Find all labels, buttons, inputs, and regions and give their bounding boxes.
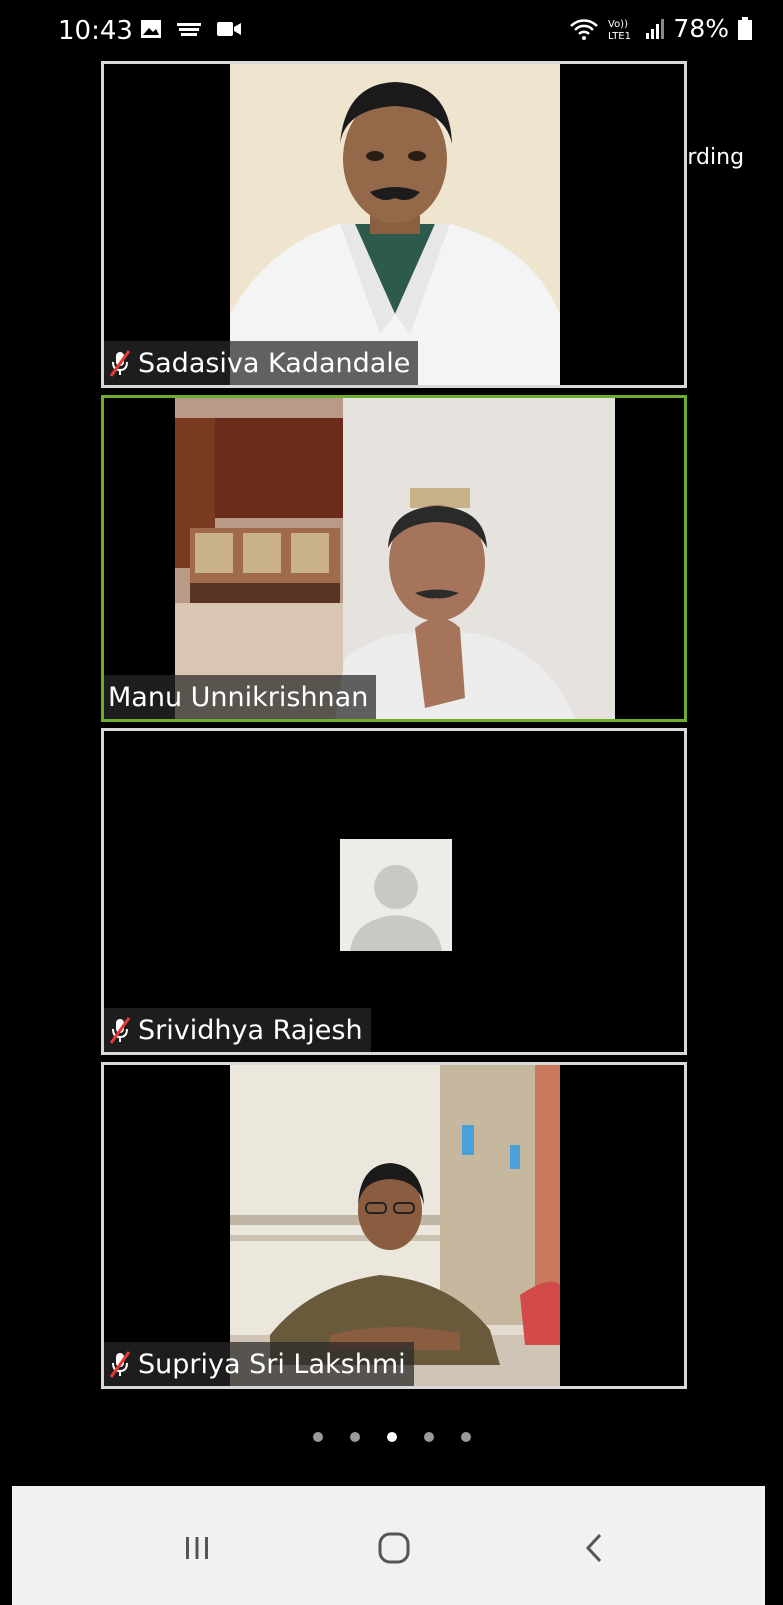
participant-name-tag: Supriya Sri Lakshmi [104,1342,414,1386]
default-avatar-icon [340,839,452,951]
muted-mic-icon [109,350,131,377]
participant-name-tag: Srividhya Rajesh [104,1008,371,1052]
svg-text:LTE1: LTE1 [608,31,631,41]
participant-video-image [230,64,560,385]
status-bar: 10:43 Vo)) LTE1 78% [0,0,783,62]
video-tile-4[interactable]: Supriya Sri Lakshmi [101,1062,687,1389]
video-feed [175,398,615,719]
navigation-bar [12,1486,765,1605]
home-button[interactable] [364,1526,424,1570]
page-dot[interactable] [312,1432,323,1442]
page-dot-current[interactable] [386,1432,397,1442]
participant-name: Sadasiva Kadandale [138,347,411,379]
page-dot[interactable] [460,1432,471,1442]
recent-apps-icon [186,1537,208,1559]
video-tile-3[interactable]: Srividhya Rajesh [101,728,687,1055]
home-icon [378,1532,410,1564]
participant-name-tag: Sadasiva Kadandale [104,341,419,385]
video-tile-1[interactable]: Sadasiva Kadandale [101,61,687,388]
volte-icon: Vo)) LTE1 [608,19,631,41]
back-button[interactable] [565,1526,625,1570]
muted-mic-icon [109,1017,131,1044]
battery-icon [738,16,752,40]
page-dot[interactable] [349,1432,360,1442]
video-feed [230,1065,560,1386]
page-dot[interactable] [423,1432,434,1442]
wifi-icon [570,18,599,40]
back-icon [585,1533,602,1563]
video-feed [230,64,560,385]
participant-video-image [230,1065,560,1386]
svg-text:Vo)): Vo)) [608,19,628,30]
status-time: 10:43 [58,16,133,46]
participant-name: Supriya Sri Lakshmi [138,1348,406,1380]
participant-name: Manu Unnikrishnan [108,681,369,713]
recent-apps-button[interactable] [167,1526,227,1570]
battery-percent: 78% [673,14,729,43]
video-camera-icon [217,22,241,36]
media-icon [177,23,201,36]
video-tile-2[interactable]: Manu Unnikrishnan [101,395,687,722]
participant-name: Srividhya Rajesh [138,1014,363,1046]
participant-name-tag: Manu Unnikrishnan [104,675,377,719]
participant-video-image [175,398,615,719]
signal-icon [646,18,665,39]
muted-mic-icon [109,1351,131,1378]
gallery-icon [141,20,161,38]
page-indicator [0,1432,783,1442]
